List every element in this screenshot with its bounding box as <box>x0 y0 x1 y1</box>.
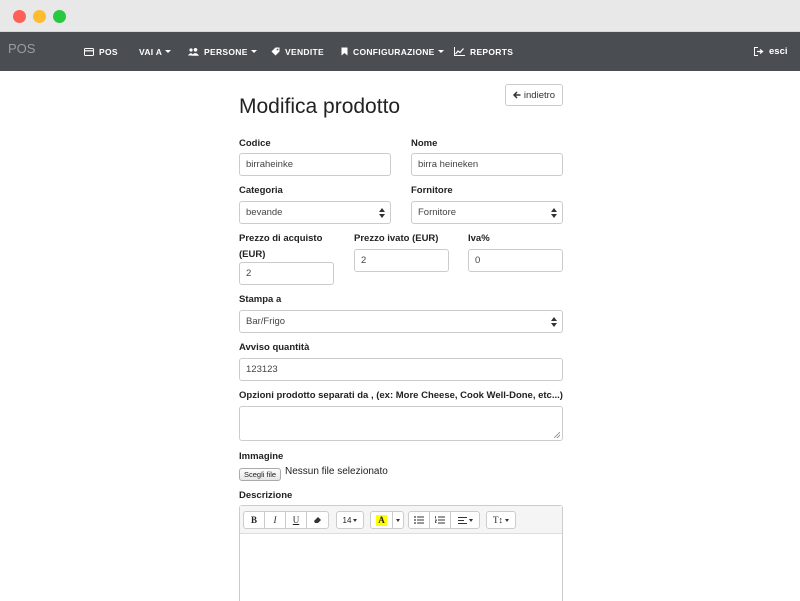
avviso-label: Avviso quantità <box>239 342 310 353</box>
nav-reports-label: REPORTS <box>470 46 514 57</box>
avviso-input[interactable]: 123123 <box>239 358 563 381</box>
editor-toolbar: B I U 14 A T↕ <box>240 506 562 534</box>
iva-input[interactable]: 0 <box>468 249 563 272</box>
paragraph-align-dropdown[interactable] <box>450 511 480 529</box>
description-editor: B I U 14 A T↕ <box>239 505 563 601</box>
page-title: Modifica prodotto <box>239 95 401 118</box>
caret-down-icon <box>353 518 358 522</box>
brand-logo[interactable]: POS <box>8 41 35 56</box>
align-left-icon <box>457 516 467 524</box>
prezzo-ivato-label: Prezzo ivato (EUR) <box>354 233 439 244</box>
nome-label: Nome <box>411 138 438 149</box>
prezzo-ivato-input[interactable]: 2 <box>354 249 449 272</box>
nav-configurazione[interactable]: CONFIGURAZIONE <box>341 32 444 71</box>
bold-button[interactable]: B <box>243 511 265 529</box>
text-color-dropdown[interactable] <box>392 511 404 529</box>
text-height-icon: T↕ <box>493 515 503 525</box>
editor-content-area[interactable] <box>240 534 562 601</box>
nome-input[interactable]: birra heineken <box>411 153 563 176</box>
font-size-dropdown[interactable]: 14 <box>336 511 364 529</box>
fornitore-value: Fornitore <box>418 207 457 218</box>
tag-icon <box>271 47 280 56</box>
caret-down-icon <box>505 518 509 522</box>
categoria-select[interactable]: bevande <box>239 201 391 224</box>
prezzo-acquisto-label: Prezzo di acquisto (EUR) <box>239 231 322 263</box>
text-color-button[interactable]: A <box>370 511 393 529</box>
prezzo-acquisto-input[interactable]: 2 <box>239 262 334 285</box>
line-chart-icon <box>454 47 465 56</box>
categoria-value: bevande <box>246 207 283 218</box>
list-ol-icon <box>435 516 445 524</box>
eraser-icon <box>314 517 321 523</box>
stampa-value: Bar/Frigo <box>246 316 286 327</box>
clear-format-button[interactable] <box>306 511 329 529</box>
iva-label: Iva% <box>468 233 490 244</box>
unordered-list-button[interactable] <box>408 511 430 529</box>
resize-grip-icon[interactable] <box>554 432 560 438</box>
nav-vai-a[interactable]: VAI A <box>139 32 172 71</box>
italic-button[interactable]: I <box>264 511 286 529</box>
sign-out-icon <box>754 47 764 56</box>
underline-button[interactable]: U <box>285 511 307 529</box>
users-icon <box>188 47 199 56</box>
caret-down-icon <box>437 50 444 53</box>
caret-down-icon <box>396 518 400 522</box>
stampa-label: Stampa a <box>239 294 282 305</box>
fornitore-select[interactable]: Fornitore <box>411 201 563 224</box>
caret-down-icon <box>165 50 172 53</box>
select-arrows-icon <box>551 317 557 327</box>
credit-card-icon <box>84 47 94 56</box>
stampa-select[interactable]: Bar/Frigo <box>239 310 563 333</box>
back-button[interactable]: indietro <box>505 84 563 106</box>
top-navbar: POS POS VAI A PERSONE VENDITE CONFIGURAZ… <box>0 32 800 71</box>
choose-file-button[interactable]: Scegli file <box>239 468 282 481</box>
list-ul-icon <box>414 516 424 524</box>
arrow-left-icon <box>512 91 521 99</box>
close-window-button[interactable] <box>13 10 26 23</box>
prezzo-acquisto-label-line2: (EUR) <box>239 249 266 260</box>
back-button-label: indietro <box>523 89 556 101</box>
text-color-letter: A <box>376 514 387 526</box>
nav-pos[interactable]: POS <box>84 32 118 71</box>
file-status-text: Nessun file selezionato <box>285 466 388 477</box>
ordered-list-button[interactable] <box>429 511 451 529</box>
opzioni-textarea[interactable] <box>239 406 563 441</box>
nav-reports[interactable]: REPORTS <box>454 32 513 71</box>
nav-vai-a-label: VAI A <box>139 46 163 57</box>
categoria-label: Categoria <box>239 185 283 196</box>
prezzo-acquisto-label-line1: Prezzo di acquisto <box>239 233 323 244</box>
logout-label: esci <box>769 46 788 57</box>
select-arrows-icon <box>551 208 557 218</box>
nav-vendite[interactable]: VENDITE <box>271 32 324 71</box>
caret-down-icon <box>250 50 257 53</box>
nav-persone-label: PERSONE <box>204 46 248 57</box>
window-titlebar <box>0 0 800 32</box>
line-height-dropdown[interactable]: T↕ <box>486 511 516 529</box>
caret-down-icon <box>468 518 473 522</box>
nav-persone[interactable]: PERSONE <box>188 32 257 71</box>
nav-vendite-label: VENDITE <box>285 46 324 57</box>
nav-pos-label: POS <box>99 46 118 57</box>
logout-link[interactable]: esci <box>754 32 788 71</box>
codice-label: Codice <box>239 138 271 149</box>
nav-configurazione-label: CONFIGURAZIONE <box>353 46 435 57</box>
fornitore-label: Fornitore <box>411 185 453 196</box>
select-arrows-icon <box>379 208 385 218</box>
opzioni-label: Opzioni prodotto separati da , (ex: More… <box>239 390 563 401</box>
bookmark-icon <box>341 47 348 56</box>
descrizione-label: Descrizione <box>239 490 293 501</box>
minimize-window-button[interactable] <box>33 10 46 23</box>
maximize-window-button[interactable] <box>53 10 66 23</box>
codice-input[interactable]: birraheinke <box>239 153 391 176</box>
immagine-label: Immagine <box>239 451 284 462</box>
font-size-value: 14 <box>342 515 352 525</box>
